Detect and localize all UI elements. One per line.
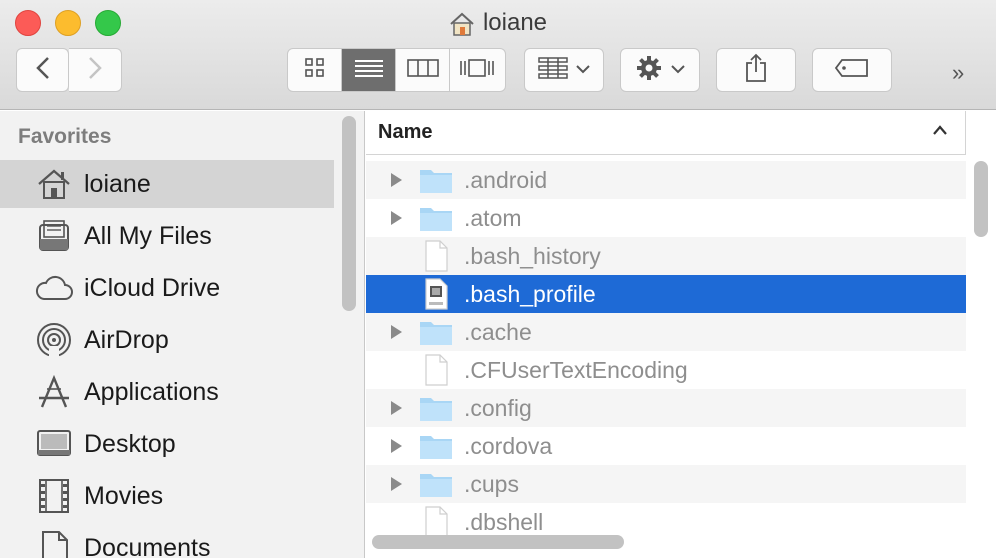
file-row[interactable]: .atom: [366, 199, 966, 237]
file-name: .android: [464, 166, 548, 193]
sidebar: Favorites loiane All My Files iCloud Dri…: [0, 111, 365, 558]
column-view-button[interactable]: [396, 49, 450, 91]
blank-file-icon: [418, 240, 454, 272]
title-bar: loiane »: [0, 0, 996, 110]
document-icon: [34, 528, 74, 558]
arrange-button[interactable]: [524, 48, 604, 92]
window-title: loiane: [0, 8, 996, 38]
sidebar-item-all-my-files[interactable]: All My Files: [0, 212, 334, 260]
folder-icon: [418, 392, 454, 424]
file-row[interactable]: .cordova: [366, 427, 966, 465]
file-name: .dbshell: [464, 508, 544, 535]
home-icon: [449, 12, 475, 36]
film-icon: [34, 476, 74, 516]
arrange-icon: [538, 56, 568, 85]
sidebar-item-label: Applications: [84, 377, 219, 406]
file-name: .config: [464, 394, 532, 421]
sidebar-item-label: iCloud Drive: [84, 273, 221, 302]
folder-icon: [418, 430, 454, 462]
airdrop-icon: [34, 320, 74, 360]
file-name: .bash_history: [464, 242, 601, 269]
file-name: .cups: [464, 470, 519, 497]
sidebar-item-applications[interactable]: Applications: [0, 368, 334, 416]
sidebar-item-label: All My Files: [84, 221, 212, 250]
gear-icon: [635, 54, 663, 87]
sidebar-item-airdrop[interactable]: AirDrop: [0, 316, 334, 364]
sidebar-heading: Favorites: [18, 125, 112, 148]
back-button[interactable]: [16, 48, 69, 92]
coverflow-view-button[interactable]: [450, 49, 504, 91]
disclosure-triangle-icon[interactable]: [382, 210, 410, 226]
disclosure-triangle-icon[interactable]: [382, 438, 410, 454]
file-row[interactable]: .config: [366, 389, 966, 427]
file-name: .CFUserTextEncoding: [464, 356, 688, 383]
sidebar-item-documents[interactable]: Documents: [0, 524, 334, 558]
file-row[interactable]: .cache: [366, 313, 966, 351]
disclosure-triangle-icon[interactable]: [382, 172, 410, 188]
sidebar-item-label: loiane: [84, 169, 151, 198]
file-row-selected[interactable]: .bash_profile: [366, 275, 966, 313]
view-mode-control: [287, 48, 506, 92]
file-name: .cordova: [464, 432, 553, 459]
coverflow-view-icon: [459, 58, 495, 83]
chevron-down-icon: [576, 61, 590, 79]
folder-icon: [418, 316, 454, 348]
forward-chevron-icon: [88, 56, 102, 85]
all-files-icon: [34, 216, 74, 256]
folder-icon: [418, 164, 454, 196]
applications-icon: [34, 372, 74, 412]
sidebar-item-label: AirDrop: [84, 325, 169, 354]
folder-icon: [418, 468, 454, 500]
home-icon: [34, 164, 74, 204]
sidebar-item-label: Desktop: [84, 429, 176, 458]
folder-icon: [418, 202, 454, 234]
desktop-icon: [34, 424, 74, 464]
sidebar-item-icloud-drive[interactable]: iCloud Drive: [0, 264, 334, 312]
sidebar-item-movies[interactable]: Movies: [0, 472, 334, 520]
list-view-icon: [354, 58, 384, 83]
cloud-icon: [34, 268, 74, 308]
file-name: .cache: [464, 318, 532, 345]
disclosure-triangle-icon[interactable]: [382, 476, 410, 492]
file-row[interactable]: .cups: [366, 465, 966, 503]
column-header-label: Name: [378, 121, 433, 143]
file-list: Name .android .atom .bash_history .bash_…: [366, 111, 996, 558]
sidebar-item-label: Movies: [84, 481, 164, 510]
shell-script-icon: [418, 278, 454, 310]
name-column-header[interactable]: Name: [366, 111, 966, 155]
sidebar-item-loiane[interactable]: loiane: [0, 160, 334, 208]
toolbar-overflow-button[interactable]: »: [952, 60, 964, 86]
blank-file-icon: [418, 506, 454, 538]
sidebar-scrollbar[interactable]: [342, 116, 356, 311]
back-chevron-icon: [35, 56, 50, 85]
icon-view-button[interactable]: [288, 49, 342, 91]
forward-button[interactable]: [69, 48, 122, 92]
action-button[interactable]: [620, 48, 700, 92]
list-view-button[interactable]: [342, 49, 396, 91]
file-name: .bash_profile: [464, 280, 596, 307]
icon-view-icon: [304, 57, 325, 83]
sidebar-item-label: Documents: [84, 533, 211, 558]
share-button[interactable]: [716, 48, 796, 92]
vertical-scrollbar[interactable]: [974, 161, 988, 237]
disclosure-triangle-icon[interactable]: [382, 400, 410, 416]
tag-icon: [834, 58, 870, 83]
file-row[interactable]: .CFUserTextEncoding: [366, 351, 966, 389]
disclosure-triangle-icon[interactable]: [382, 324, 410, 340]
column-view-icon: [406, 58, 439, 83]
file-row[interactable]: .android: [366, 161, 966, 199]
blank-file-icon: [418, 354, 454, 386]
file-name: .atom: [464, 204, 522, 231]
window-title-text: loiane: [482, 9, 548, 36]
chevron-down-icon: [671, 61, 685, 79]
file-row[interactable]: .bash_history: [366, 237, 966, 275]
sidebar-item-desktop[interactable]: Desktop: [0, 420, 334, 468]
share-icon: [744, 53, 768, 88]
tags-button[interactable]: [812, 48, 892, 92]
horizontal-scrollbar[interactable]: [372, 535, 624, 549]
sort-ascending-icon: [932, 123, 948, 141]
